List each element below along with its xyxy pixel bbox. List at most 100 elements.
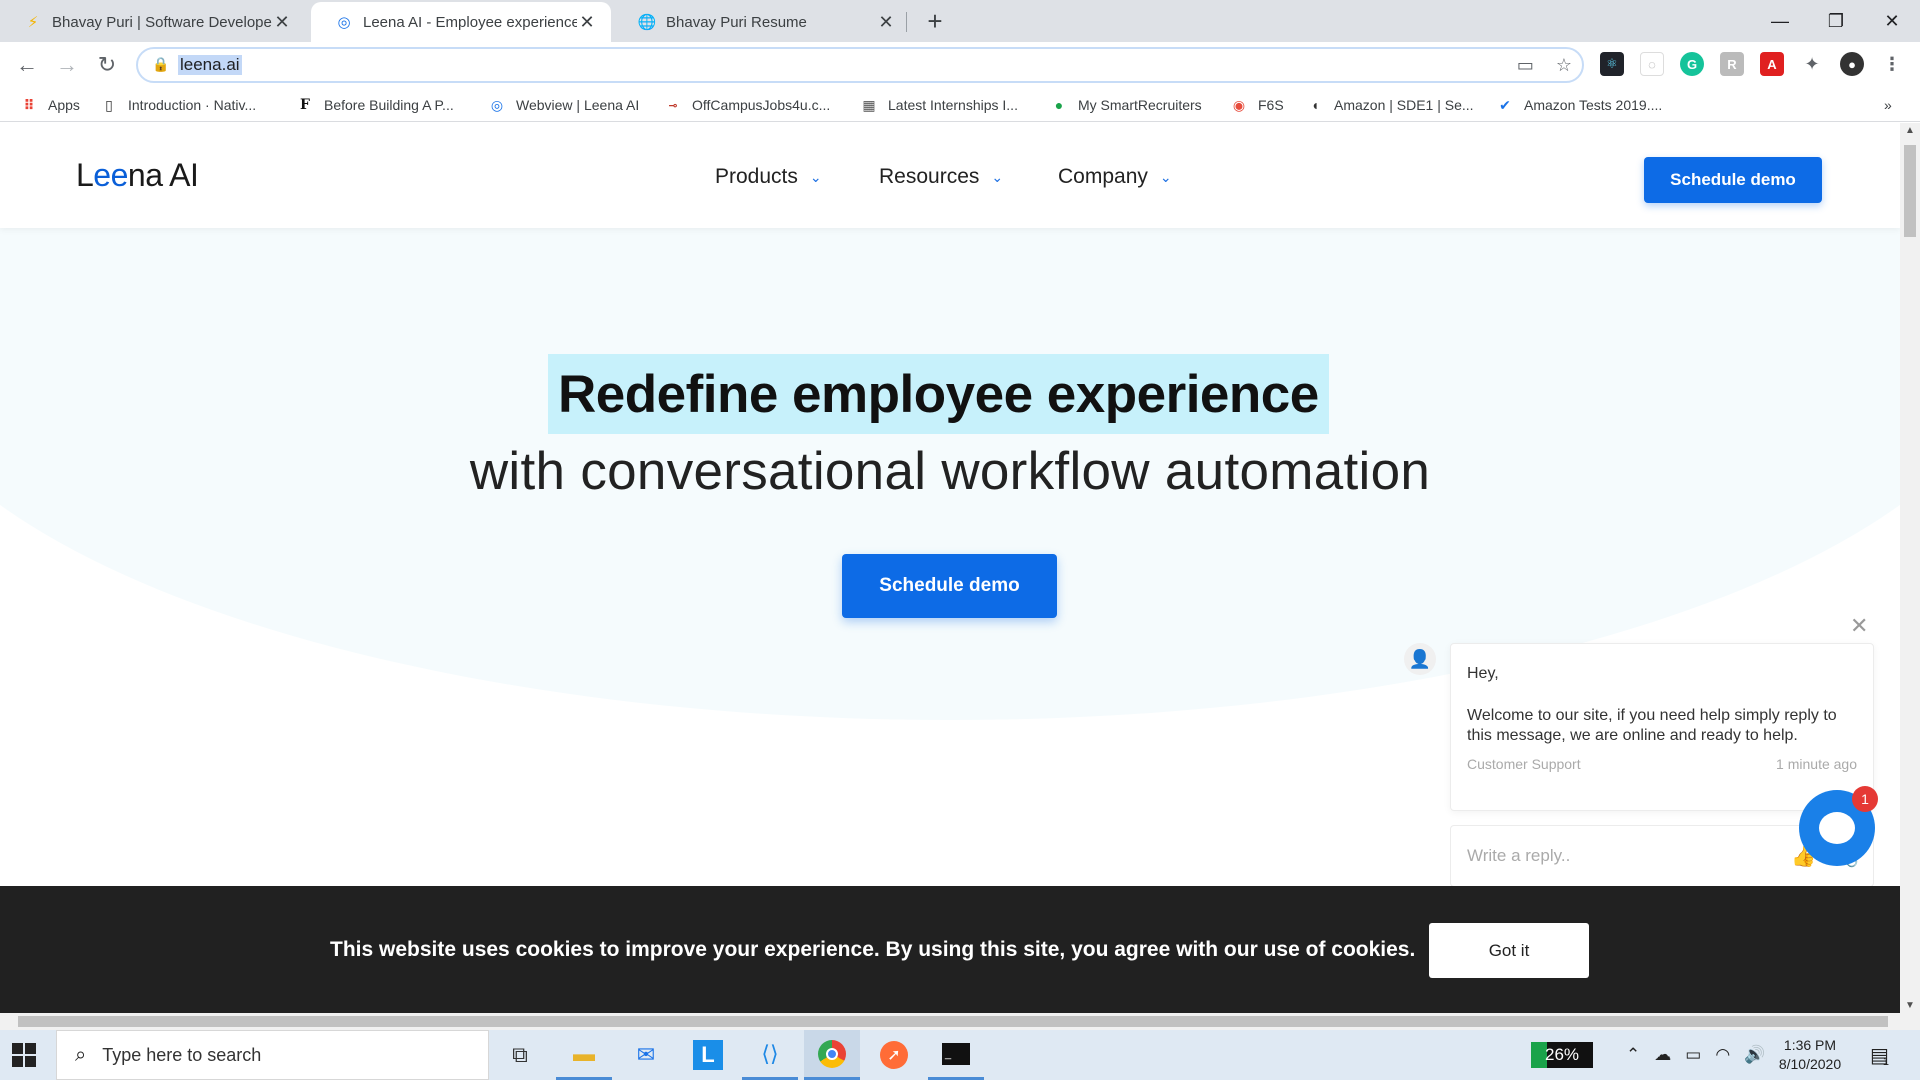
search-icon: ⌕ [75,1043,87,1066]
tab-title: Bhavay Puri | Software Developer [52,13,272,31]
bookmark-label: Latest Internships I... [888,97,1018,113]
file-explorer-icon[interactable]: ▬ [556,1030,612,1080]
chevron-down-icon: ⌄ [1159,168,1172,185]
chat-time: 1 minute ago [1776,756,1857,772]
extension-r-icon[interactable]: R [1720,52,1744,76]
bookmark-before-building[interactable]: F Before Building A P... [296,94,454,116]
notification-center-icon[interactable]: ▤ 1 [1870,1030,1889,1080]
bookmark-label: Amazon | SDE1 | Se... [1334,97,1474,113]
chat-greeting: Hey, [1467,665,1499,682]
cookie-accept-button[interactable]: Got it [1429,923,1589,978]
tab-title: Leena AI - Employee experience p [363,13,577,31]
more-bookmarks-button[interactable]: » [1884,94,1892,116]
onedrive-cloud-icon[interactable]: ☁ [1654,1045,1671,1065]
web-page: Leena AI Products ⌄ Resources ⌄ Company … [0,123,1900,1013]
bookmark-latest-internships[interactable]: ▦ Latest Internships I... [860,94,1018,116]
chat-bubble-icon [1819,812,1855,844]
close-tab-icon[interactable]: ✕ [876,12,896,32]
close-tab-icon[interactable]: ✕ [577,12,597,32]
f-logo-icon: F [300,97,310,113]
volume-icon[interactable]: 🔊 [1744,1045,1765,1065]
tab-bhavay-portfolio[interactable]: ⚡ Bhavay Puri | Software Developer ✕ [0,2,306,42]
bookmark-webview-leena[interactable]: ◎ Webview | Leena AI [488,94,639,116]
grammarly-icon[interactable]: G [1680,52,1704,76]
reload-button[interactable]: ↻ [92,50,122,80]
close-tab-icon[interactable]: ✕ [272,12,292,32]
terminal-icon[interactable]: _ [928,1030,984,1080]
minimize-button[interactable]: — [1752,0,1808,42]
reply-placeholder: Write a reply.. [1467,846,1571,865]
schedule-demo-header-button[interactable]: Schedule demo [1644,157,1822,203]
close-window-button[interactable]: ✕ [1864,0,1920,42]
lightworks-icon[interactable]: L [680,1030,736,1080]
scroll-up-icon[interactable]: ▲ [1905,125,1915,136]
forward-button[interactable]: → [52,50,82,80]
mail-icon[interactable]: ✉ [618,1030,674,1080]
globe-icon: 🌐 [637,14,657,31]
leena-icon: ◎ [337,14,351,31]
nav-company[interactable]: Company ⌄ [1058,165,1172,189]
extension-icon[interactable]: ◌ [1640,52,1664,76]
offcampus-icon: ⊸ [668,99,678,112]
new-tab-button[interactable]: + [920,6,950,36]
restore-button[interactable]: ❐ [1808,0,1864,42]
scroll-down-icon[interactable]: ▼ [1905,1000,1915,1011]
more-menu-icon[interactable]: ⋮ [1880,52,1904,76]
schedule-demo-hero-button[interactable]: Schedule demo [842,554,1057,618]
back-button[interactable]: ← [12,50,42,80]
bookmark-amazon-tests[interactable]: ✔ Amazon Tests 2019.... [1496,94,1662,116]
clock-time: 1:36 PM [1783,1037,1837,1053]
vscode-icon[interactable]: ⟨⟩ [742,1030,798,1080]
bookmark-label: OffCampusJobs4u.c... [692,97,831,113]
apps-grid-icon: ⠿ [23,96,35,113]
chat-message: Welcome to our site, if you need help si… [1467,707,1837,744]
calendar-icon: ▦ [862,96,876,113]
extensions-puzzle-icon[interactable]: ✦ [1800,52,1824,76]
logo-text-accent: ee [93,157,128,193]
chat-message-card[interactable]: Hey, Welcome to our site, if you need he… [1450,643,1874,811]
battery-icon[interactable]: ▭ [1685,1045,1701,1065]
chat-unread-badge: 1 [1852,786,1878,812]
chevron-up-icon[interactable]: ⌃ [1626,1045,1640,1065]
bookmark-react-native-intro[interactable]: ▯ Introduction · Nativ... [100,94,256,116]
vertical-scrollbar[interactable]: ▲ ▼ [1900,123,1920,1013]
bookmark-offcampusjobs[interactable]: ⊸ OffCampusJobs4u.c... [664,94,830,116]
bookmark-star-icon[interactable]: ☆ [1556,55,1572,76]
chrome-icon[interactable] [804,1030,860,1080]
chevron-down-icon: ⌄ [809,168,822,185]
clock-date: 8/10/2020 [1778,1056,1842,1072]
taskbar-clock[interactable]: 1:36 PM 8/10/2020 [1770,1036,1850,1074]
nav-products[interactable]: Products ⌄ [715,165,822,189]
task-view-icon[interactable]: ⧉ [492,1030,548,1080]
tab-bhavay-resume[interactable]: 🌐 Bhavay Puri Resume ✕ [614,2,910,42]
pdf-extension-icon[interactable]: A [1760,52,1784,76]
bookmark-apps[interactable]: ⠿ Apps [20,94,80,116]
chat-close-icon[interactable]: ✕ [1850,613,1868,639]
wifi-icon[interactable]: ◠ [1715,1045,1730,1065]
smartrecruiters-icon: ● [1054,97,1064,113]
bookmarks-bar: ⠿ Apps ▯ Introduction · Nativ... F Befor… [0,88,1920,122]
amazon-icon: ◖ [1310,97,1320,113]
address-bar[interactable]: 🔒 leena.ai ▭ ☆ [136,47,1584,83]
bookmark-smartrecruiters[interactable]: ● My SmartRecruiters [1050,94,1202,116]
react-devtools-icon[interactable]: ⚛ [1600,52,1624,76]
lock-icon: 🔒 [152,56,170,72]
more-bookmarks-label: » [1884,97,1892,113]
nav-resources[interactable]: Resources ⌄ [879,165,1003,189]
site-header: Leena AI Products ⌄ Resources ⌄ Company … [0,123,1900,228]
leena-ai-logo[interactable]: Leena AI [76,157,199,194]
cast-icon[interactable]: ▭ [1517,55,1534,76]
tab-leena-ai[interactable]: ◎ Leena AI - Employee experience p ✕ [311,2,611,42]
scrollbar-thumb[interactable] [1904,145,1916,237]
postman-icon[interactable]: ➚ [866,1030,922,1080]
url-text[interactable]: leena.ai [178,55,242,75]
scrollbar-thumb[interactable] [18,1016,1888,1027]
profile-avatar[interactable]: ● [1840,52,1864,76]
battery-indicator[interactable]: 26% [1531,1042,1593,1068]
bookmark-amazon-sde1[interactable]: ◖ Amazon | SDE1 | Se... [1306,94,1474,116]
taskbar-search[interactable]: ⌕ Type here to search [56,1030,489,1080]
bookmark-f6s[interactable]: ◉ F6S [1230,94,1284,116]
leena-icon: ◎ [490,96,504,113]
windows-start-icon[interactable] [12,1043,36,1067]
horizontal-scrollbar[interactable] [0,1013,1920,1030]
